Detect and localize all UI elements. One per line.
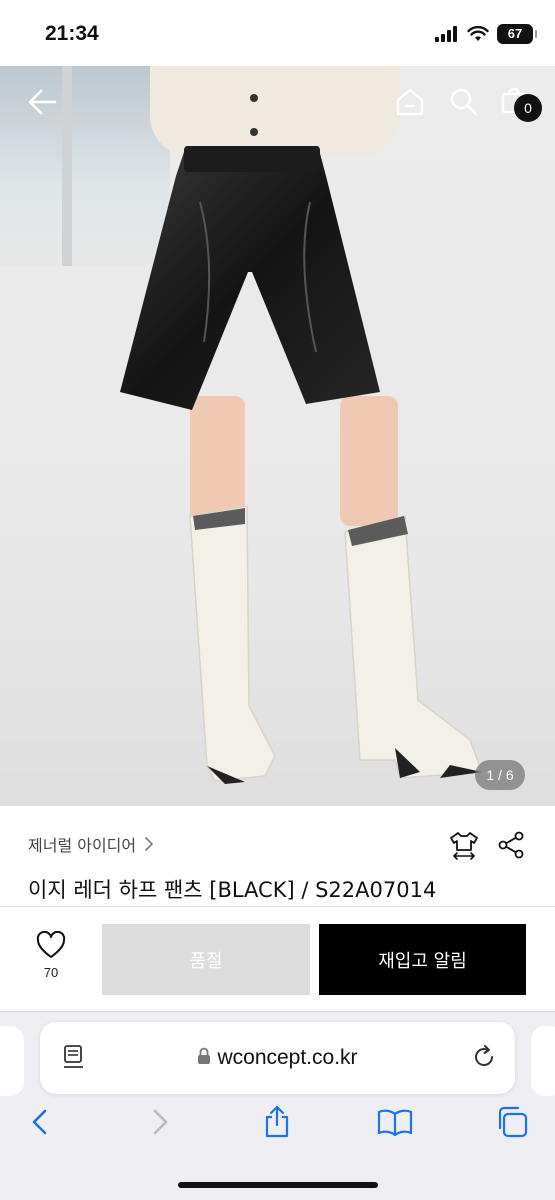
leather-shorts [120,146,380,410]
status-time: 21:34 [45,22,99,45]
brand-link[interactable]: 제너럴 아이디어 [28,832,154,856]
tabs-icon [498,1106,528,1138]
cart-button[interactable]: 0 [494,80,542,122]
browser-tabs-button[interactable] [492,1102,532,1142]
restock-notify-button[interactable]: 재입고 알림 [319,924,526,995]
browser-bookmarks-button[interactable] [375,1102,415,1142]
home-button[interactable] [390,82,430,122]
white-boot [344,515,484,779]
next-tab-peek[interactable] [531,1026,555,1096]
search-button[interactable] [444,82,484,122]
previous-tab-peek[interactable] [0,1026,24,1096]
leg [340,396,398,526]
reload-icon[interactable] [471,1044,497,1070]
image-counter: 1 / 6 [475,760,525,790]
product-image[interactable]: 0 1 / 6 [0,66,555,806]
chevron-right-icon [145,837,154,851]
browser-toolbar: wconcept.co.kr [0,1011,555,1200]
browser-forward-button[interactable] [140,1102,180,1142]
browser-back-button[interactable] [20,1102,60,1142]
signal-icon [435,26,457,42]
browser-nav-toolbar [0,1102,555,1142]
home-icon [396,88,424,116]
url-text: wconcept.co.kr [217,1046,358,1069]
brand-name: 제너럴 아이디어 [28,836,137,855]
home-indicator [178,1182,378,1188]
product-info-icons [449,830,525,860]
wish-count: 70 [43,965,59,980]
purchase-action-bar: 70 품절 재입고 알림 [0,907,555,1011]
status-icons: 67 [435,24,537,44]
url-display: wconcept.co.kr [40,1046,515,1070]
product-title: 이지 레더 하프 팬츠 [BLACK] / S22A07014 [28,878,437,902]
address-bar[interactable]: wconcept.co.kr [40,1022,515,1094]
bookmarks-icon [377,1109,413,1136]
search-icon [450,88,478,116]
back-button[interactable] [22,82,62,122]
wifi-icon [467,26,489,41]
white-boot [189,506,276,784]
share-icon[interactable] [497,830,525,860]
browser-share-button[interactable] [257,1102,297,1142]
cart-count-badge: 0 [514,94,542,122]
share-sheet-icon [265,1105,289,1138]
back-icon [32,1109,47,1135]
lock-icon [198,1047,211,1064]
wish-button[interactable]: 70 [30,930,72,980]
soldout-button[interactable]: 품절 [102,924,310,995]
status-bar: 21:34 67 [0,0,555,66]
size-guide-icon[interactable] [449,830,479,860]
battery-indicator: 67 [497,24,537,44]
heart-icon [36,930,66,958]
forward-icon [153,1109,168,1135]
back-arrow-icon [28,89,57,115]
